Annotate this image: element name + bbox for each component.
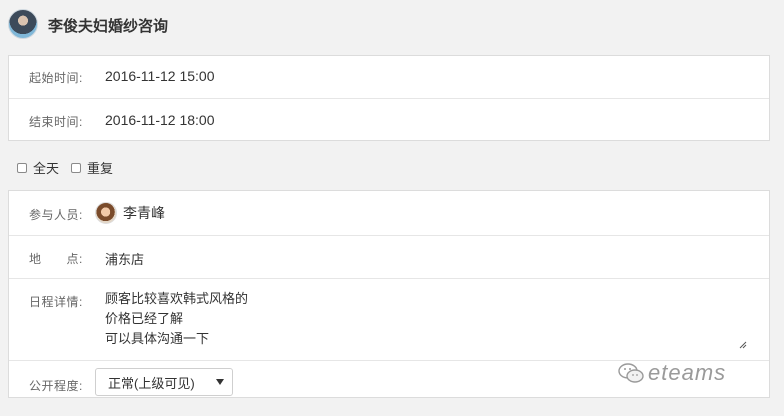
time-card: 起始时间: 2016-11-12 15:00 结束时间: 2016-11-12 …: [8, 55, 770, 141]
resize-grip-icon[interactable]: [739, 341, 747, 349]
visibility-select[interactable]: 正常(上级可见): [95, 368, 233, 396]
participant-name: 李青峰: [123, 205, 165, 221]
location-row: 地 点: 浦东店: [9, 236, 769, 279]
start-time-label: 起始时间:: [29, 71, 83, 85]
watermark: eteams: [618, 360, 726, 386]
time-options: 全天 重复: [17, 158, 125, 177]
all-day-checkbox[interactable]: [17, 162, 27, 173]
repeat-label: 重复: [87, 161, 114, 176]
schedule-label: 日程详情:: [29, 295, 83, 309]
participants-label: 参与人员:: [29, 208, 83, 222]
user-avatar: [8, 9, 38, 39]
watermark-text: eteams: [648, 360, 727, 385]
start-time-value[interactable]: 2016-11-12 15:00: [105, 68, 215, 84]
page-header: 李俊夫妇婚纱咨询: [0, 0, 784, 48]
participants-row: 参与人员: 李青峰: [9, 191, 769, 236]
all-day-toggle[interactable]: 全天: [17, 158, 59, 177]
end-time-row: 结束时间: 2016-11-12 18:00: [9, 99, 769, 142]
start-time-row: 起始时间: 2016-11-12 15:00: [9, 56, 769, 99]
schedule-row: 日程详情: 顾客比较喜欢韩式风格的 价格已经了解 可以具体沟通一下: [9, 279, 769, 361]
schedule-details-textarea[interactable]: 顾客比较喜欢韩式风格的 价格已经了解 可以具体沟通一下: [105, 289, 753, 355]
end-time-label: 结束时间:: [29, 115, 83, 129]
visibility-value: 正常(上级可见): [108, 375, 195, 391]
page-title: 李俊夫妇婚纱咨询: [48, 18, 169, 35]
chevron-down-icon: [216, 379, 224, 385]
participant-avatar: [95, 202, 117, 224]
location-value[interactable]: 浦东店: [105, 249, 144, 268]
location-label: 地 点:: [29, 252, 83, 266]
repeat-checkbox[interactable]: [71, 162, 82, 173]
wechat-icon: [618, 363, 644, 383]
all-day-label: 全天: [33, 161, 60, 176]
repeat-toggle[interactable]: 重复: [71, 158, 113, 177]
visibility-label: 公开程度:: [29, 379, 83, 393]
end-time-value[interactable]: 2016-11-12 18:00: [105, 112, 215, 128]
participant-chip[interactable]: 李青峰: [95, 202, 165, 224]
